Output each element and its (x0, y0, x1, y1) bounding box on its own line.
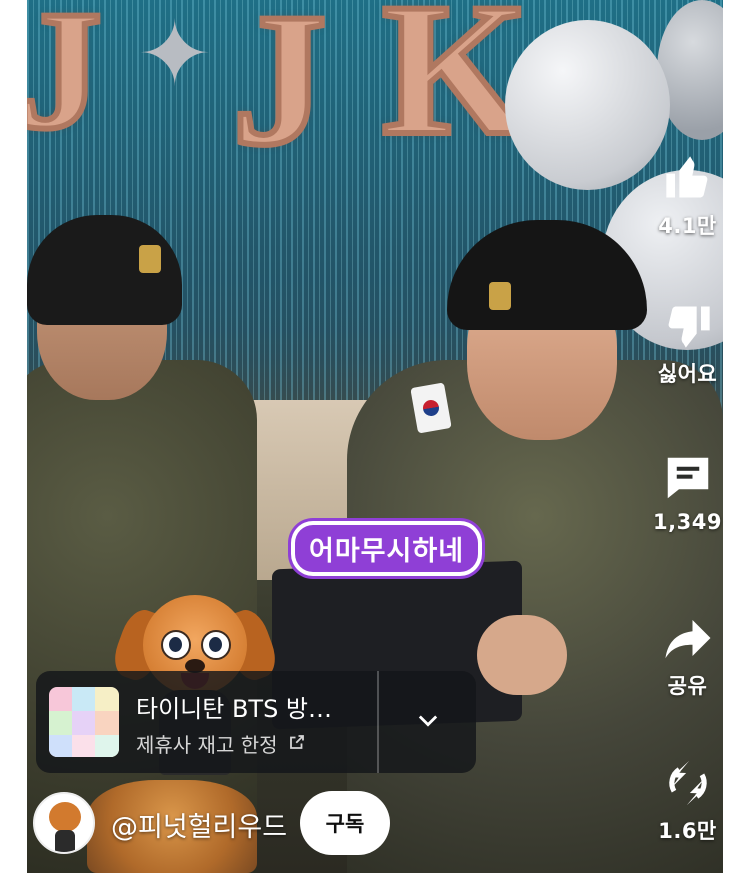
share-arrow-icon (640, 610, 735, 666)
thumbs-up-icon (640, 150, 735, 206)
remix-icon (640, 755, 735, 811)
foil-balloon-letter: J (27, 0, 105, 164)
dislike-button[interactable]: 싫어요 (640, 298, 735, 388)
hand (477, 615, 567, 695)
dislike-label: 싫어요 (657, 362, 718, 386)
product-shelf[interactable]: 타이니탄 BTS 방… 제휴사 재고 한정 (36, 671, 476, 773)
remix-count: 1.6만 (658, 819, 717, 843)
product-thumbnail[interactable] (49, 687, 119, 757)
comment-icon (640, 450, 735, 506)
product-subtitle-text: 제휴사 재고 한정 (136, 733, 278, 757)
expand-shelf-button[interactable] (379, 671, 476, 773)
caption-text: 어마무시하네 (309, 536, 465, 567)
like-count: 4.1만 (658, 214, 717, 238)
thumbs-down-icon (640, 298, 735, 354)
channel-avatar[interactable] (33, 792, 95, 854)
channel-handle[interactable]: @피넛헐리우드 (111, 805, 287, 844)
remix-button[interactable]: 1.6만 (640, 755, 735, 845)
external-link-icon (288, 732, 306, 756)
star-balloon: ✦ (137, 5, 213, 105)
product-subtitle[interactable]: 제휴사 재고 한정 (136, 729, 306, 758)
subscribe-button[interactable]: 구독 (300, 791, 390, 855)
beret-badge (139, 245, 161, 273)
share-button[interactable]: 공유 (640, 610, 735, 700)
product-title[interactable]: 타이니탄 BTS 방… (136, 689, 332, 724)
like-button[interactable]: 4.1만 (640, 150, 735, 240)
comment-count: 1,349 (653, 510, 722, 534)
beret-badge (489, 282, 511, 310)
video-caption: 어마무시하네 (295, 525, 479, 572)
share-label: 공유 (667, 674, 708, 698)
chevron-down-icon (414, 706, 442, 739)
comments-button[interactable]: 1,349 (640, 450, 735, 534)
foil-balloon-letter: J (229, 0, 330, 185)
